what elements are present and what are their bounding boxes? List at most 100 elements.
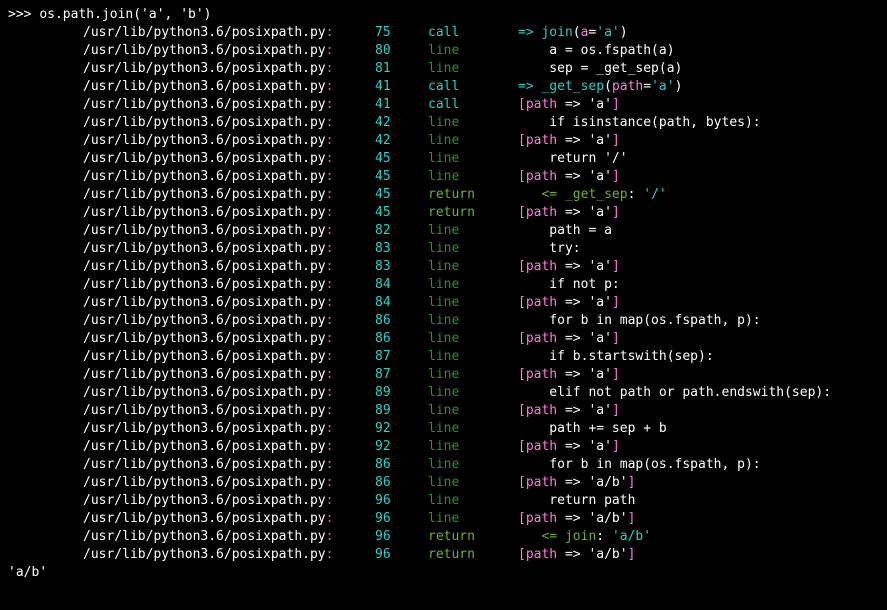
event-type: line <box>428 294 488 312</box>
event-type: return <box>428 528 488 546</box>
source-path: /usr/lib/python3.6/posixpath.py <box>83 97 326 112</box>
source-path: /usr/lib/python3.6/posixpath.py <box>83 547 326 562</box>
trace-row: /usr/lib/python3.6/posixpath.py:41call=>… <box>8 78 879 96</box>
event-type: call <box>428 78 488 96</box>
event-type: line <box>428 240 488 258</box>
trace-body: => join(a='a') <box>518 24 628 42</box>
event-type: line <box>428 276 488 294</box>
trace-body: if isinstance(path, bytes): <box>518 114 761 132</box>
trace-row: /usr/lib/python3.6/posixpath.py:80line a… <box>8 42 879 60</box>
trace-body: path += sep + b <box>518 420 667 438</box>
line-number: 86 <box>375 330 398 348</box>
source-path: /usr/lib/python3.6/posixpath.py <box>83 421 326 436</box>
event-type: line <box>428 258 488 276</box>
event-type: line <box>428 348 488 366</box>
source-path: /usr/lib/python3.6/posixpath.py <box>83 295 326 310</box>
line-number: 86 <box>375 312 398 330</box>
line-number: 83 <box>375 258 398 276</box>
trace-row: /usr/lib/python3.6/posixpath.py:83line t… <box>8 240 879 258</box>
source-path: /usr/lib/python3.6/posixpath.py <box>83 331 326 346</box>
trace-row: /usr/lib/python3.6/posixpath.py:45line r… <box>8 150 879 168</box>
trace-body: elif not path or path.endswith(sep): <box>518 384 831 402</box>
line-number: 89 <box>375 384 398 402</box>
line-number: 82 <box>375 222 398 240</box>
line-number: 96 <box>375 492 398 510</box>
trace-body: <= _get_sep: '/' <box>518 186 667 204</box>
source-path: /usr/lib/python3.6/posixpath.py <box>83 223 326 238</box>
trace-row: /usr/lib/python3.6/posixpath.py:81line s… <box>8 60 879 78</box>
source-path: /usr/lib/python3.6/posixpath.py <box>83 529 326 544</box>
event-type: call <box>428 96 488 114</box>
source-path: /usr/lib/python3.6/posixpath.py <box>83 403 326 418</box>
repl-command[interactable]: os.path.join('a', 'b') <box>39 7 211 22</box>
trace-row: /usr/lib/python3.6/posixpath.py:89line[p… <box>8 402 879 420</box>
line-number: 80 <box>375 42 398 60</box>
trace-body: [path => 'a'] <box>518 168 620 186</box>
event-type: line <box>428 456 488 474</box>
event-type: line <box>428 438 488 456</box>
trace-row: /usr/lib/python3.6/posixpath.py:42line[p… <box>8 132 879 150</box>
trace-body: if b.startswith(sep): <box>518 348 714 366</box>
source-path: /usr/lib/python3.6/posixpath.py <box>83 79 326 94</box>
source-path: /usr/lib/python3.6/posixpath.py <box>83 367 326 382</box>
event-type: line <box>428 168 488 186</box>
trace-body: return path <box>518 492 635 510</box>
source-path: /usr/lib/python3.6/posixpath.py <box>83 277 326 292</box>
repl-input-line[interactable]: >>> os.path.join('a', 'b') <box>8 6 879 24</box>
source-path: /usr/lib/python3.6/posixpath.py <box>83 475 326 490</box>
event-type: call <box>428 24 488 42</box>
trace-row: /usr/lib/python3.6/posixpath.py:87line i… <box>8 348 879 366</box>
trace-row: /usr/lib/python3.6/posixpath.py:92line[p… <box>8 438 879 456</box>
trace-row: /usr/lib/python3.6/posixpath.py:87line[p… <box>8 366 879 384</box>
event-type: line <box>428 222 488 240</box>
event-type: line <box>428 60 488 78</box>
trace-row: /usr/lib/python3.6/posixpath.py:75call=>… <box>8 24 879 42</box>
source-path: /usr/lib/python3.6/posixpath.py <box>83 457 326 472</box>
trace-row: /usr/lib/python3.6/posixpath.py:86line f… <box>8 456 879 474</box>
source-path: /usr/lib/python3.6/posixpath.py <box>83 493 326 508</box>
event-type: line <box>428 114 488 132</box>
source-path: /usr/lib/python3.6/posixpath.py <box>83 151 326 166</box>
trace-body: [path => 'a'] <box>518 204 620 222</box>
line-number: 75 <box>375 24 398 42</box>
line-number: 84 <box>375 294 398 312</box>
line-number: 89 <box>375 402 398 420</box>
event-type: line <box>428 366 488 384</box>
event-type: line <box>428 42 488 60</box>
trace-body: [path => 'a'] <box>518 366 620 384</box>
trace-row: /usr/lib/python3.6/posixpath.py:86line[p… <box>8 330 879 348</box>
line-number: 92 <box>375 420 398 438</box>
line-number: 96 <box>375 546 398 564</box>
event-type: return <box>428 186 488 204</box>
trace-body: path = a <box>518 222 612 240</box>
trace-body: [path => 'a'] <box>518 402 620 420</box>
trace-body: [path => 'a'] <box>518 294 620 312</box>
line-number: 45 <box>375 168 398 186</box>
trace-body: <= join: 'a/b' <box>518 528 651 546</box>
trace-body: [path => 'a'] <box>518 96 620 114</box>
line-number: 45 <box>375 204 398 222</box>
source-path: /usr/lib/python3.6/posixpath.py <box>83 25 326 40</box>
trace-body: [path => 'a/b'] <box>518 474 635 492</box>
trace-body: [path => 'a/b'] <box>518 546 635 564</box>
trace-body: for b in map(os.fspath, p): <box>518 456 761 474</box>
trace-body: [path => 'a/b'] <box>518 510 635 528</box>
source-path: /usr/lib/python3.6/posixpath.py <box>83 205 326 220</box>
trace-row: /usr/lib/python3.6/posixpath.py:83line[p… <box>8 258 879 276</box>
trace-row: /usr/lib/python3.6/posixpath.py:84line[p… <box>8 294 879 312</box>
trace-body: a = os.fspath(a) <box>518 42 675 60</box>
line-number: 86 <box>375 474 398 492</box>
trace-row: /usr/lib/python3.6/posixpath.py:41call[p… <box>8 96 879 114</box>
line-number: 87 <box>375 366 398 384</box>
trace-body: if not p: <box>518 276 620 294</box>
line-number: 96 <box>375 510 398 528</box>
repl-prompt: >>> <box>8 7 39 22</box>
line-number: 87 <box>375 348 398 366</box>
trace-body: return '/' <box>518 150 628 168</box>
event-type: line <box>428 474 488 492</box>
source-path: /usr/lib/python3.6/posixpath.py <box>83 511 326 526</box>
trace-body: try: <box>518 240 581 258</box>
trace-body: [path => 'a'] <box>518 330 620 348</box>
repl-result: 'a/b' <box>8 564 879 582</box>
trace-body: [path => 'a'] <box>518 132 620 150</box>
